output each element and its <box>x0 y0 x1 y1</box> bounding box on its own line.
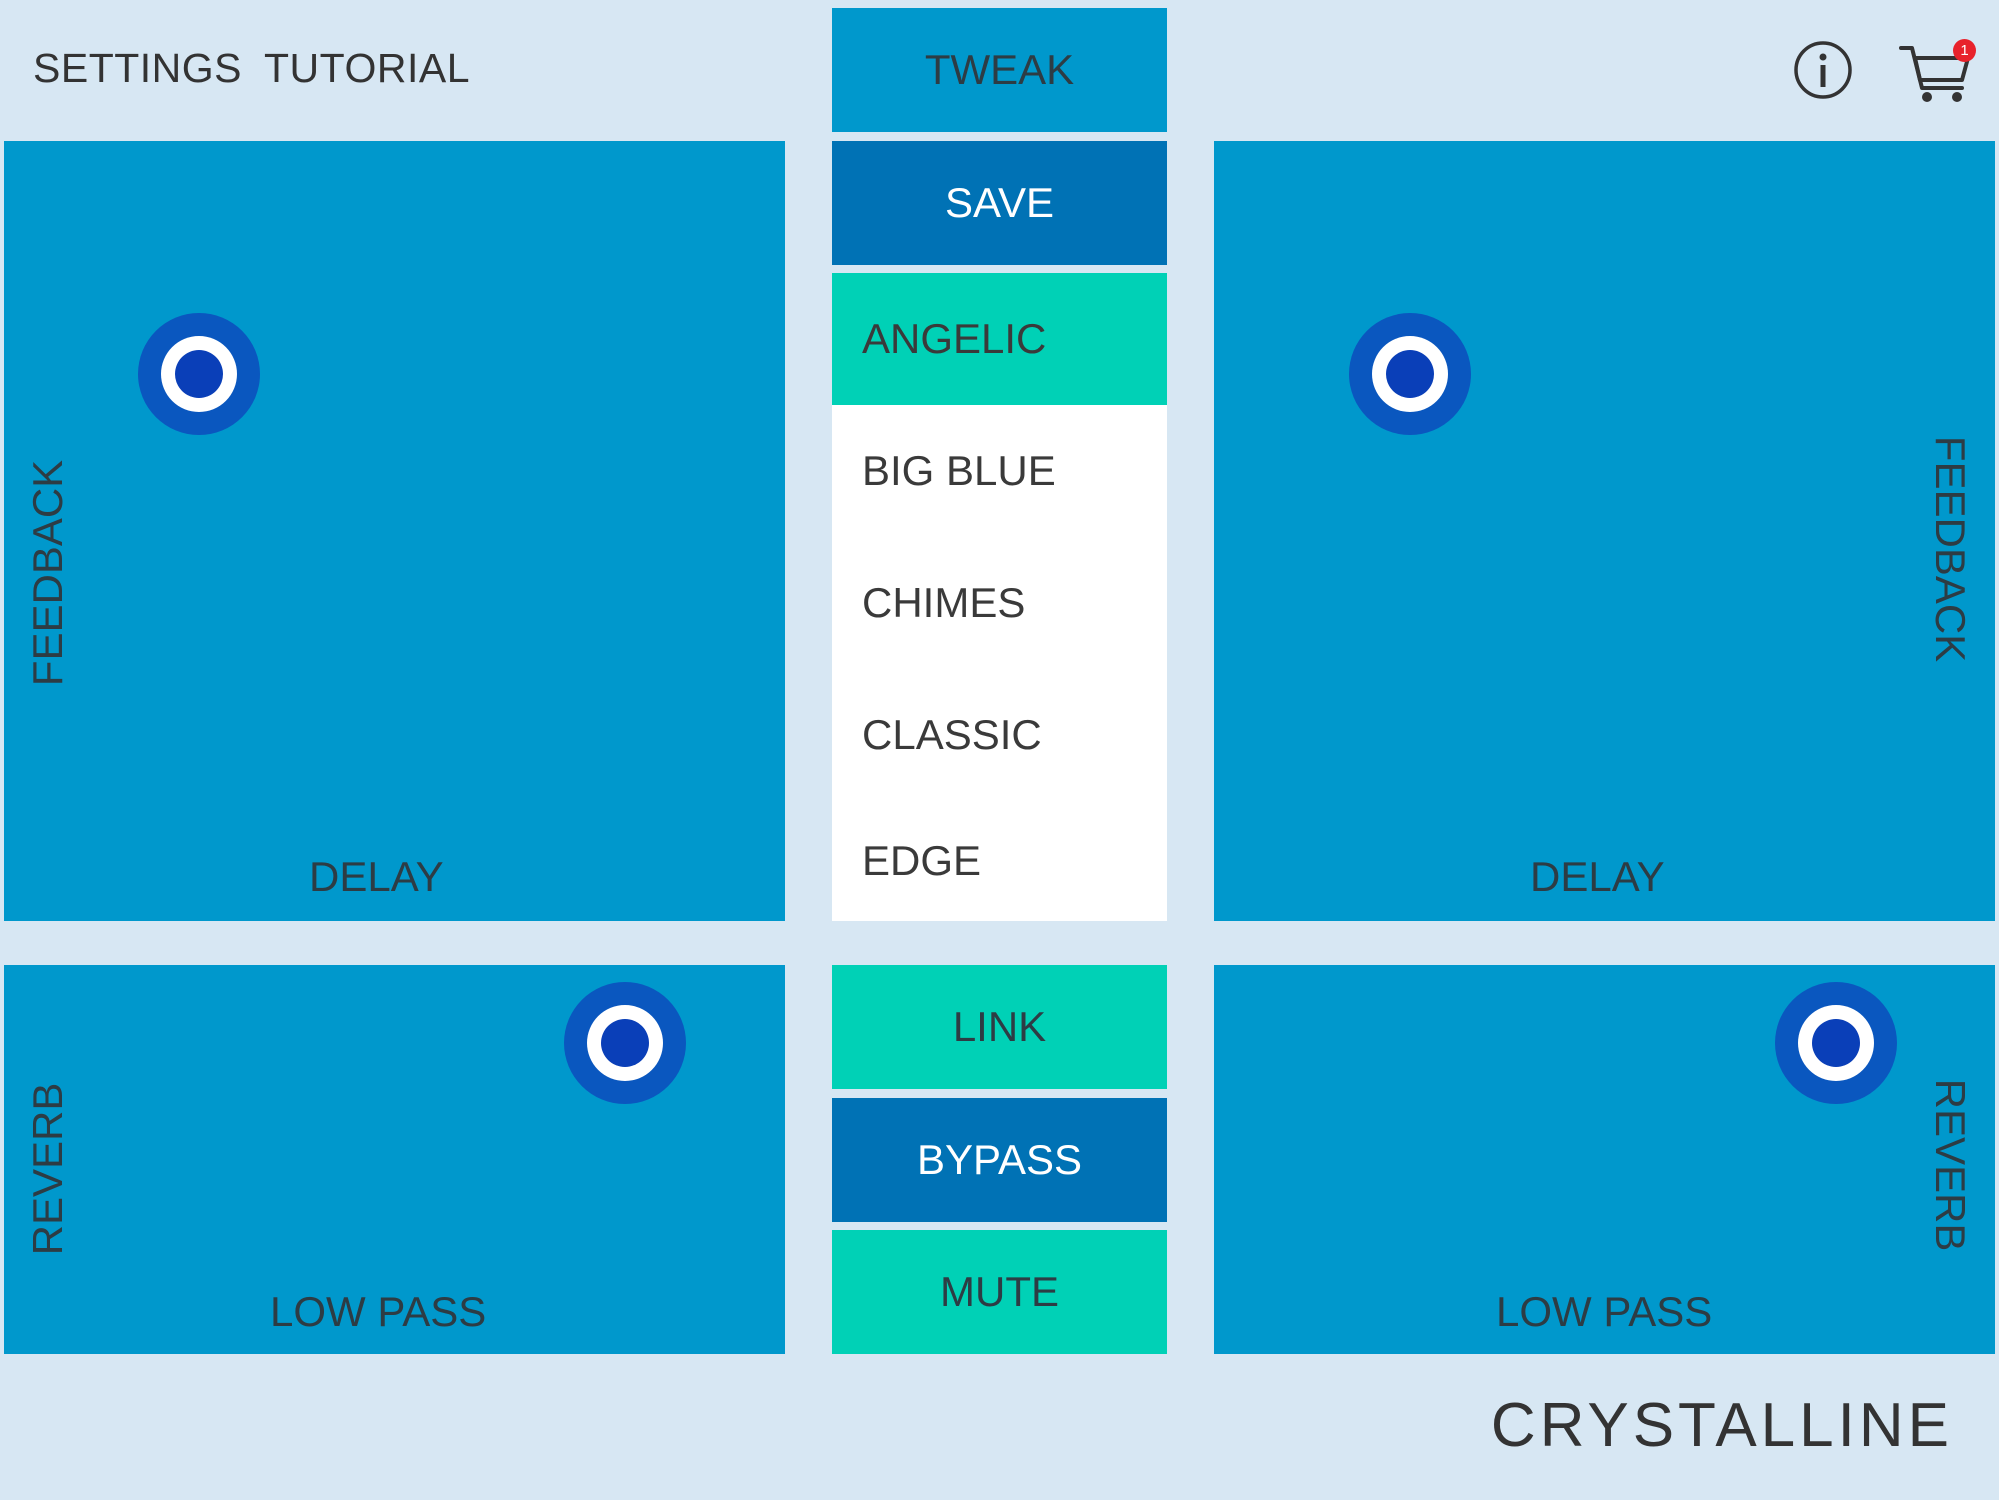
low-pass-axis-label: LOW PASS <box>270 1288 487 1335</box>
xy-knob[interactable] <box>1775 982 1897 1104</box>
reverb-axis-label: REVERB <box>1927 1078 1974 1252</box>
preset-list: ANGELIC BIG BLUE CHIMES CLASSIC EDGE <box>832 273 1167 921</box>
mute-button[interactable]: MUTE <box>832 1230 1167 1354</box>
preset-item-classic[interactable]: CLASSIC <box>832 669 1167 801</box>
reverb-axis-label: REVERB <box>24 1082 71 1256</box>
low-pass-axis-label: LOW PASS <box>1496 1288 1713 1335</box>
settings-link[interactable]: SETTINGS <box>33 40 242 96</box>
info-icon[interactable] <box>1793 40 1853 100</box>
right-xy-pad-delay-feedback[interactable]: FEEDBACK DELAY <box>1214 141 1995 921</box>
save-button[interactable]: SAVE <box>832 141 1167 265</box>
brand-logo: CRYSTALLINE <box>1490 1391 1953 1460</box>
xy-knob[interactable] <box>1349 313 1471 435</box>
left-xy-pad-delay-feedback[interactable]: FEEDBACK DELAY <box>4 141 785 921</box>
cart-badge: 1 <box>1953 39 1976 62</box>
tweak-button[interactable]: TWEAK <box>832 8 1167 132</box>
feedback-axis-label: FEEDBACK <box>24 459 71 687</box>
right-xy-pad-lowpass-reverb[interactable]: REVERB LOW PASS <box>1214 965 1995 1354</box>
preset-item-angelic[interactable]: ANGELIC <box>832 273 1167 405</box>
delay-axis-label: DELAY <box>1530 853 1665 900</box>
bypass-button[interactable]: BYPASS <box>832 1098 1167 1222</box>
preset-item-big-blue[interactable]: BIG BLUE <box>832 405 1167 537</box>
preset-item-chimes[interactable]: CHIMES <box>832 537 1167 669</box>
link-button[interactable]: LINK <box>832 965 1167 1089</box>
left-xy-pad-lowpass-reverb[interactable]: REVERB LOW PASS <box>4 965 785 1354</box>
cart-button[interactable]: 1 <box>1898 36 1978 106</box>
preset-item-edge[interactable]: EDGE <box>832 801 1167 921</box>
xy-knob[interactable] <box>138 313 260 435</box>
xy-knob[interactable] <box>564 982 686 1104</box>
delay-axis-label: DELAY <box>309 853 444 900</box>
feedback-axis-label: FEEDBACK <box>1927 435 1974 663</box>
tutorial-link[interactable]: TUTORIAL <box>264 40 470 96</box>
